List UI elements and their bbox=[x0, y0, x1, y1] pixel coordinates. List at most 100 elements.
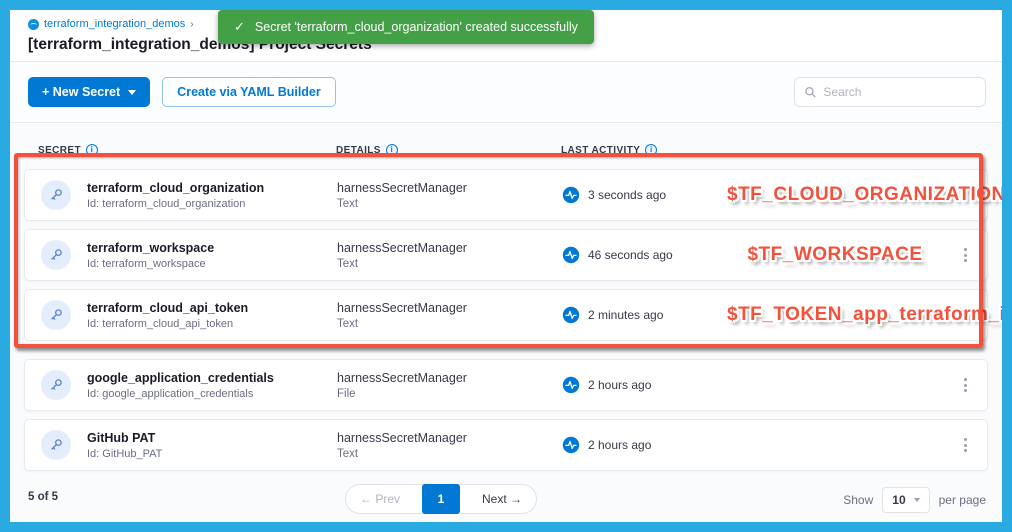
show-label: Show bbox=[843, 493, 873, 507]
secret-id: Id: GitHub_PAT bbox=[87, 448, 337, 460]
secret-name-cell: terraform_cloud_api_token Id: terraform_… bbox=[87, 301, 337, 330]
column-header-details: DETAILS i bbox=[336, 144, 561, 156]
last-activity-cell: 2 hours ago bbox=[562, 436, 727, 454]
row-menu-button[interactable] bbox=[943, 372, 987, 398]
last-activity-cell: 46 seconds ago bbox=[562, 246, 727, 264]
breadcrumb-chevron-icon: › bbox=[190, 19, 193, 30]
column-header-last-activity: LAST ACTIVITY i bbox=[561, 144, 726, 156]
secret-details-cell: harnessSecretManager Text bbox=[337, 241, 562, 270]
info-icon[interactable]: i bbox=[645, 144, 657, 156]
check-icon: ✓ bbox=[234, 19, 245, 35]
env-var-annotation: $TF_CLOUD_ORGANIZATION bbox=[727, 184, 1006, 206]
secret-manager: harnessSecretManager bbox=[337, 431, 562, 445]
secrets-list: terraform_cloud_organization Id: terrafo… bbox=[24, 169, 988, 479]
secret-type: File bbox=[337, 388, 562, 400]
secret-row[interactable]: terraform_cloud_api_token Id: terraform_… bbox=[24, 289, 988, 341]
secret-row[interactable]: GitHub PAT Id: GitHub_PAT harnessSecretM… bbox=[24, 419, 988, 471]
column-header-secret: SECRET i bbox=[24, 144, 336, 156]
secret-type: Text bbox=[337, 198, 562, 210]
secret-row[interactable]: google_application_credentials Id: googl… bbox=[24, 359, 988, 411]
secret-type: Text bbox=[337, 448, 562, 460]
last-activity-text: 46 seconds ago bbox=[588, 248, 673, 262]
page-1-button[interactable]: 1 bbox=[422, 484, 460, 514]
row-menu-button[interactable] bbox=[1006, 182, 1012, 208]
activity-icon bbox=[562, 376, 580, 394]
page-size-select[interactable]: 10 bbox=[882, 487, 929, 513]
page-size-control: Show 10 per page bbox=[843, 487, 986, 513]
secret-name-cell: terraform_cloud_organization Id: terrafo… bbox=[87, 181, 337, 210]
info-icon[interactable]: i bbox=[386, 144, 398, 156]
activity-icon bbox=[562, 306, 580, 324]
secret-type: Text bbox=[337, 318, 562, 330]
last-activity-text: 2 hours ago bbox=[588, 378, 651, 392]
secret-name: google_application_credentials bbox=[87, 371, 337, 385]
prev-page-button[interactable]: ← Prev bbox=[352, 492, 408, 506]
last-activity-cell: 2 hours ago bbox=[562, 376, 727, 394]
chevron-down-icon bbox=[128, 90, 136, 95]
secret-icon-cell bbox=[25, 180, 87, 210]
secret-row[interactable]: terraform_cloud_organization Id: terrafo… bbox=[24, 169, 988, 221]
project-secrets-page: terraform_integration_demos › [terraform… bbox=[10, 10, 1002, 522]
breadcrumb: terraform_integration_demos › bbox=[28, 18, 194, 30]
last-activity-text: 3 seconds ago bbox=[588, 188, 666, 202]
row-menu-button[interactable] bbox=[943, 432, 987, 458]
last-activity-text: 2 hours ago bbox=[588, 438, 651, 452]
info-icon[interactable]: i bbox=[86, 144, 98, 156]
secret-icon-cell bbox=[25, 240, 87, 270]
activity-icon bbox=[562, 186, 580, 204]
secret-type: Text bbox=[337, 258, 562, 270]
project-icon bbox=[28, 19, 39, 30]
search-input[interactable] bbox=[823, 85, 976, 99]
success-toast: ✓ Secret 'terraform_cloud_organization' … bbox=[218, 10, 594, 44]
secret-id: Id: terraform_cloud_api_token bbox=[87, 318, 337, 330]
key-icon bbox=[41, 180, 71, 210]
annotation-cell: $TF_WORKSPACE bbox=[727, 244, 943, 266]
table-footer: 5 of 5 ← Prev 1 Next → Show 10 per page bbox=[10, 474, 1002, 522]
new-secret-button[interactable]: + New Secret bbox=[28, 77, 150, 107]
secret-name-cell: terraform_workspace Id: terraform_worksp… bbox=[87, 241, 337, 270]
secret-icon-cell bbox=[25, 300, 87, 330]
search-icon bbox=[804, 85, 816, 99]
last-activity-cell: 3 seconds ago bbox=[562, 186, 727, 204]
next-page-button[interactable]: Next → bbox=[474, 492, 530, 506]
secret-name: terraform_cloud_api_token bbox=[87, 301, 337, 315]
key-icon bbox=[41, 240, 71, 270]
new-secret-label: + New Secret bbox=[42, 85, 120, 99]
secret-manager: harnessSecretManager bbox=[337, 371, 562, 385]
secret-manager: harnessSecretManager bbox=[337, 181, 562, 195]
row-menu-button[interactable] bbox=[943, 242, 987, 268]
key-icon bbox=[41, 430, 71, 460]
secret-manager: harnessSecretManager bbox=[337, 301, 562, 315]
activity-icon bbox=[562, 246, 580, 264]
annotation-cell: $TF_TOKEN_app_terraform_io bbox=[727, 304, 1012, 326]
secrets-table: SECRET i DETAILS i LAST ACTIVITY i bbox=[10, 123, 1002, 474]
secret-id: Id: terraform_cloud_organization bbox=[87, 198, 337, 210]
screenshot-frame: terraform_integration_demos › [terraform… bbox=[0, 0, 1012, 532]
secret-details-cell: harnessSecretManager File bbox=[337, 371, 562, 400]
key-icon bbox=[41, 370, 71, 400]
last-activity-cell: 2 minutes ago bbox=[562, 306, 727, 324]
env-var-annotation: $TF_WORKSPACE bbox=[747, 244, 922, 266]
secret-id: Id: terraform_workspace bbox=[87, 258, 337, 270]
secret-name: GitHub PAT bbox=[87, 431, 337, 445]
secret-name-cell: google_application_credentials Id: googl… bbox=[87, 371, 337, 400]
page-header: terraform_integration_demos › [terraform… bbox=[10, 10, 1002, 62]
env-var-annotation: $TF_TOKEN_app_terraform_io bbox=[727, 304, 1012, 326]
chevron-down-icon bbox=[914, 498, 920, 502]
secret-details-cell: harnessSecretManager Text bbox=[337, 181, 562, 210]
secret-manager: harnessSecretManager bbox=[337, 241, 562, 255]
create-yaml-builder-button[interactable]: Create via YAML Builder bbox=[162, 77, 336, 107]
per-page-label: per page bbox=[939, 493, 986, 507]
activity-icon bbox=[562, 436, 580, 454]
secret-name-cell: GitHub PAT Id: GitHub_PAT bbox=[87, 431, 337, 460]
secret-row[interactable]: terraform_workspace Id: terraform_worksp… bbox=[24, 229, 988, 281]
secret-details-cell: harnessSecretManager Text bbox=[337, 431, 562, 460]
last-activity-text: 2 minutes ago bbox=[588, 308, 663, 322]
secret-icon-cell bbox=[25, 430, 87, 460]
secret-id: Id: google_application_credentials bbox=[87, 388, 337, 400]
toast-message: Secret 'terraform_cloud_organization' cr… bbox=[255, 20, 578, 34]
toolbar: + New Secret Create via YAML Builder bbox=[10, 62, 1002, 123]
breadcrumb-project-link[interactable]: terraform_integration_demos bbox=[44, 18, 185, 30]
search-box[interactable] bbox=[794, 77, 986, 107]
table-header-row: SECRET i DETAILS i LAST ACTIVITY i bbox=[24, 137, 988, 163]
